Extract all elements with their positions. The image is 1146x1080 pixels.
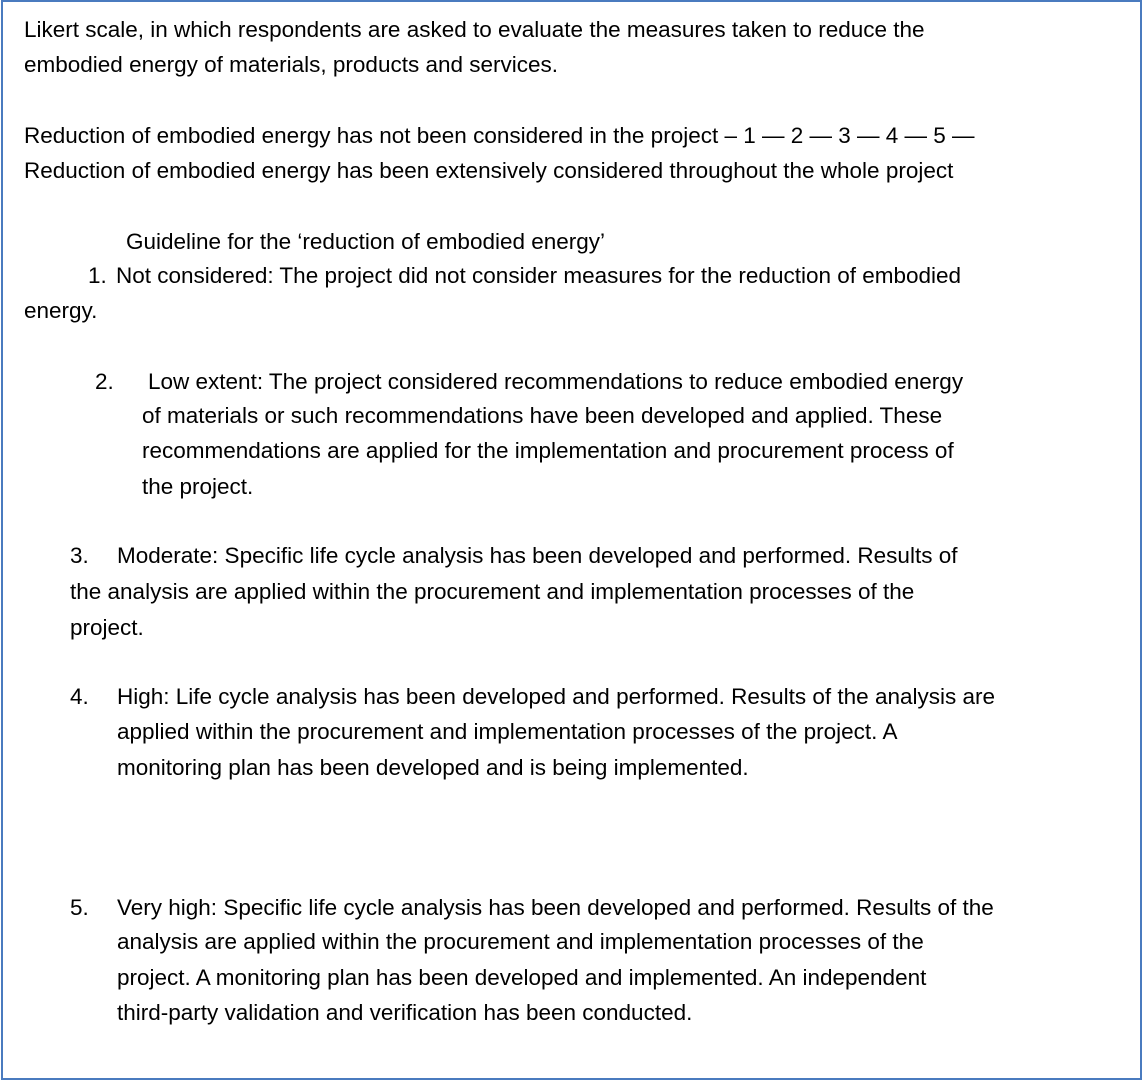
item-1-line-2: energy. — [24, 298, 98, 323]
intro-line-2: embodied energy of materials, products a… — [24, 52, 559, 77]
intro-line-1: Likert scale, in which respondents are a… — [24, 17, 925, 42]
guideline-title: Guideline for the ‘reduction of embodied… — [126, 229, 606, 254]
item-4-line-1: High: Life cycle analysis has been devel… — [117, 684, 996, 709]
item-3-number: 3. — [70, 543, 89, 568]
document-frame: Likert scale, in which respondents are a… — [1, 0, 1142, 1080]
item-1-line-1: Not considered: The project did not cons… — [116, 263, 962, 288]
scale-line-2: Reduction of embodied energy has been ex… — [24, 158, 954, 183]
item-2-line-1: Low extent: The project considered recom… — [148, 369, 964, 394]
item-5-line-3: project. A monitoring plan has been deve… — [117, 965, 927, 990]
item-3-line-1: Moderate: Specific life cycle analysis h… — [117, 543, 958, 568]
item-5-line-1: Very high: Specific life cycle analysis … — [117, 895, 994, 920]
item-3-line-2: the analysis are applied within the proc… — [70, 579, 915, 604]
item-4-line-2: applied within the procurement and imple… — [117, 719, 898, 744]
item-2-line-2: of materials or such recommendations hav… — [142, 403, 943, 428]
item-2-line-4: the project. — [142, 474, 254, 499]
scale-line-1: Reduction of embodied energy has not bee… — [24, 123, 975, 148]
item-5-number: 5. — [70, 895, 89, 920]
item-1-number: 1. — [88, 263, 107, 288]
item-4-number: 4. — [70, 684, 89, 709]
item-4-line-3: monitoring plan has been developed and i… — [117, 755, 749, 780]
item-2-line-3: recommendations are applied for the impl… — [142, 438, 954, 463]
item-2-number: 2. — [95, 369, 114, 394]
item-5-line-2: analysis are applied within the procurem… — [117, 929, 924, 954]
item-5-line-4: third-party validation and verification … — [117, 1000, 693, 1025]
item-3-line-3: project. — [70, 615, 144, 640]
